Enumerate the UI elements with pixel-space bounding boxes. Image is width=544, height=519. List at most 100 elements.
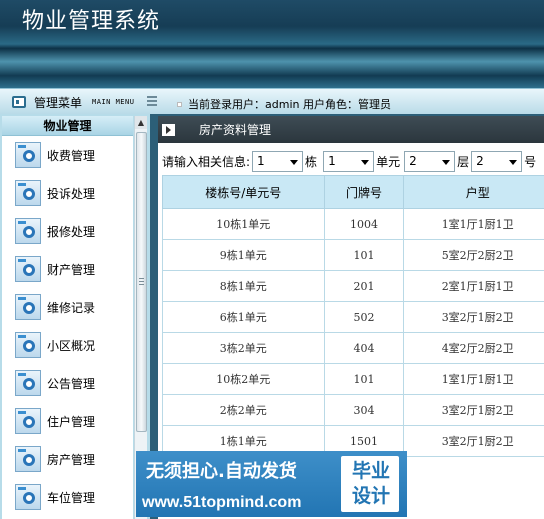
- building-cell: 8栋1单元: [162, 270, 325, 302]
- layout-cell: 4室2厅2厨2卫: [403, 332, 544, 364]
- app-header: 物业管理系统: [0, 0, 544, 88]
- table-row[interactable]: 10栋1单元 1004 1室1厅1厨1卫: [162, 208, 544, 240]
- column-header-building: 楼栋号/单元号: [162, 175, 325, 209]
- sidebar-item-assets[interactable]: 财产管理: [2, 250, 133, 288]
- layout-cell: 3室2厅1厨2卫: [403, 394, 544, 426]
- door-cell: 404: [323, 332, 405, 364]
- layout-cell: 5室2厅2厨2卫: [403, 239, 544, 271]
- door-cell: 201: [323, 270, 405, 302]
- building-cell: 6栋1单元: [162, 301, 325, 333]
- building-cell: 10栋1单元: [162, 208, 325, 240]
- gear-icon: [15, 446, 41, 472]
- column-header-door: 门牌号: [323, 175, 405, 209]
- building-cell: 10栋2单元: [162, 363, 325, 395]
- chevron-down-icon: [442, 159, 451, 165]
- panel-title: 房产资料管理: [199, 123, 272, 137]
- chevron-down-icon: [361, 159, 370, 165]
- table-row[interactable]: 6栋1单元 502 3室2厅1厨2卫: [162, 301, 544, 333]
- chevron-down-icon: [290, 159, 299, 165]
- building-select-value: 1: [257, 153, 265, 168]
- menu-subtitle: MAIN MENU: [92, 98, 135, 106]
- sidebar-item-complaints[interactable]: 投诉处理: [2, 174, 133, 212]
- layout-cell: 3室2厅1厨2卫: [403, 425, 544, 457]
- sidebar-item-label: 投诉处理: [47, 186, 96, 201]
- user-info-text: 当前登录用户：admin 用户角色：管理员: [188, 98, 391, 111]
- sidebar-item-maintenance-records[interactable]: 维修记录: [2, 288, 133, 326]
- layout-cell: 1室1厅1厨1卫: [403, 363, 544, 395]
- sidebar-item-label: 住户管理: [47, 414, 96, 429]
- bullet-icon: [177, 101, 182, 107]
- room-select[interactable]: 2: [471, 150, 523, 172]
- sidebar-item-fees[interactable]: 收费管理: [2, 136, 133, 174]
- panel-header: 房产资料管理: [158, 116, 544, 143]
- gear-icon: [15, 332, 41, 358]
- sidebar-item-label: 公告管理: [47, 376, 96, 391]
- door-cell: 502: [323, 301, 405, 333]
- watermark-banner: 无须担心.自动发货 www.51topmind.com 毕业设计: [136, 451, 407, 517]
- building-cell: 3栋2单元: [162, 332, 325, 364]
- play-icon: [162, 123, 175, 136]
- floor-select[interactable]: 2: [404, 150, 456, 172]
- room-unit-label: 号: [524, 154, 537, 169]
- filter-row: 请输入相关信息: 1 栋 1 单元 2 层 2 号: [162, 149, 536, 173]
- floor-unit-label: 层: [457, 154, 470, 169]
- top-bar: 管理菜单 MAIN MENU 当前登录用户：admin 用户角色：管理员: [0, 88, 544, 114]
- building-select[interactable]: 1: [252, 150, 304, 172]
- gear-icon: [15, 408, 41, 434]
- sidebar-item-properties[interactable]: 房产管理: [2, 440, 133, 478]
- sidebar-item-label: 维修记录: [47, 300, 96, 315]
- chevron-down-icon: [509, 159, 518, 165]
- sidebar-group-title[interactable]: 物业管理: [2, 116, 133, 136]
- scrollbar-thumb[interactable]: [136, 132, 147, 432]
- menu-window-icon: [12, 96, 26, 108]
- door-cell: 1004: [323, 208, 405, 240]
- filter-prompt: 请输入相关信息:: [162, 154, 251, 169]
- sidebar-item-label: 财产管理: [47, 262, 96, 277]
- gear-icon: [15, 256, 41, 282]
- watermark-url: www.51topmind.com: [142, 494, 302, 511]
- table-row[interactable]: 8栋1单元 201 2室1厅1厨1卫: [162, 270, 544, 302]
- sidebar-item-label: 报修处理: [47, 224, 96, 239]
- gear-icon: [15, 180, 41, 206]
- scroll-up-arrow-icon[interactable]: ▲: [135, 116, 147, 129]
- door-cell: 101: [323, 239, 405, 271]
- unit-select[interactable]: 1: [323, 150, 375, 172]
- app-title: 物业管理系统: [22, 9, 161, 34]
- sidebar-item-repairs[interactable]: 报修处理: [2, 212, 133, 250]
- sidebar-item-label: 房产管理: [47, 452, 96, 467]
- menu-title: 管理菜单: [34, 95, 83, 110]
- property-table: 楼栋号/单元号 门牌号 户型 10栋1单元 1004 1室1厅1厨1卫 9栋1单…: [162, 175, 544, 457]
- gear-icon: [15, 142, 41, 168]
- sidebar-item-residents[interactable]: 住户管理: [2, 402, 133, 440]
- menu-toggle-icon[interactable]: [147, 96, 157, 106]
- layout-cell: 2室1厅1厨1卫: [403, 270, 544, 302]
- table-row[interactable]: 10栋2单元 101 1室1厅1厨1卫: [162, 363, 544, 395]
- menu-header: 管理菜单 MAIN MENU: [12, 94, 134, 110]
- unit-unit-label: 单元: [376, 154, 401, 169]
- sidebar-item-community-overview[interactable]: 小区概况: [2, 326, 133, 364]
- building-cell: 2栋2单元: [162, 394, 325, 426]
- room-select-value: 2: [476, 153, 484, 168]
- sidebar-item-label: 车位管理: [47, 490, 96, 505]
- layout-cell: 3室2厅1厨2卫: [403, 301, 544, 333]
- unit-select-value: 1: [328, 153, 336, 168]
- sidebar-menu: 物业管理 收费管理 投诉处理 报修处理 财产管理 维修记录 小区概况 公告管理: [2, 116, 133, 519]
- sidebar-item-label: 小区概况: [47, 338, 96, 353]
- gear-icon: [15, 218, 41, 244]
- table-row[interactable]: 3栋2单元 404 4室2厅2厨2卫: [162, 332, 544, 364]
- sidebar-item-announcements[interactable]: 公告管理: [2, 364, 133, 402]
- table-row[interactable]: 2栋2单元 304 3室2厅1厨2卫: [162, 394, 544, 426]
- building-cell: 9栋1单元: [162, 239, 325, 271]
- door-cell: 101: [323, 363, 405, 395]
- table-row[interactable]: 9栋1单元 101 5室2厅2厨2卫: [162, 239, 544, 271]
- layout-cell: 1室1厅1厨1卫: [403, 208, 544, 240]
- watermark-badge-text: 毕业设计: [351, 460, 390, 507]
- user-info: 当前登录用户：admin 用户角色：管理员: [177, 96, 391, 112]
- sidebar: 物业管理 收费管理 投诉处理 报修处理 财产管理 维修记录 小区概况 公告管理: [0, 114, 150, 519]
- building-unit-label: 栋: [305, 154, 318, 169]
- sidebar-item-parking[interactable]: 车位管理: [2, 478, 133, 516]
- door-cell: 304: [323, 394, 405, 426]
- sidebar-item-label: 收费管理: [47, 148, 96, 163]
- gear-icon: [15, 294, 41, 320]
- watermark-slogan: 无须担心.自动发货: [146, 461, 297, 482]
